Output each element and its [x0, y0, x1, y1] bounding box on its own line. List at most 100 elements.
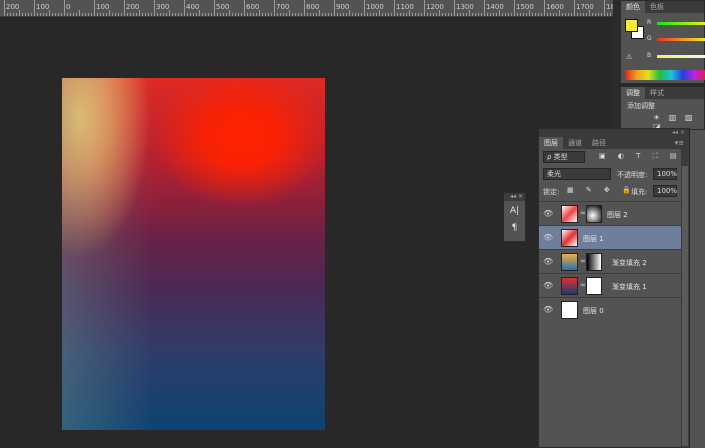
layer-name[interactable]: 渐变填充 1 [612, 282, 647, 292]
layer-mask-thumbnail[interactable] [586, 205, 602, 223]
ruler-minor-tick [535, 13, 536, 16]
b-slider[interactable]: B [647, 52, 705, 60]
eye-icon[interactable]: 👁 [543, 281, 553, 290]
tab-color[interactable]: 颜色 [621, 1, 645, 13]
ruler-minor-tick [139, 10, 140, 16]
ruler-minor-tick [199, 10, 200, 16]
ruler-major-tick [244, 0, 245, 16]
ruler-major-tick [574, 0, 575, 16]
gradient-fill-thumbnail [561, 253, 578, 271]
ruler-minor-tick [472, 13, 473, 16]
mini-panel-header[interactable]: ◂◂ × [504, 193, 525, 201]
blend-mode-select[interactable]: 柔光 [543, 168, 611, 180]
ruler-minor-tick [55, 13, 56, 16]
ruler-minor-tick [337, 13, 338, 16]
tab-channels[interactable]: 通道 [563, 137, 587, 149]
ruler-label: 100 [36, 3, 50, 11]
ruler-label: 1100 [396, 3, 414, 11]
ruler-minor-tick [166, 13, 167, 16]
layer-row[interactable]: 👁 ∞ 渐变填充 1 [539, 273, 682, 297]
layer-mask-thumbnail[interactable] [586, 277, 602, 295]
ruler-major-tick [4, 0, 5, 16]
ruler-minor-tick [556, 13, 557, 16]
tab-layers[interactable]: 图层 [539, 137, 563, 149]
color-spectrum[interactable] [625, 70, 705, 80]
tab-paths[interactable]: 路径 [587, 137, 611, 149]
layer-thumbnail [561, 205, 578, 223]
ruler-major-tick [424, 0, 425, 16]
layer-name[interactable]: 图层 2 [607, 210, 628, 220]
r-slider[interactable]: R [647, 19, 705, 27]
ruler-minor-tick [187, 13, 188, 16]
ruler-minor-tick [25, 13, 26, 16]
ruler-minor-tick [97, 13, 98, 16]
ruler-minor-tick [376, 13, 377, 16]
layer-name[interactable]: 图层 0 [583, 306, 604, 316]
ruler-major-tick [214, 0, 215, 16]
eye-icon[interactable]: 👁 [543, 209, 553, 218]
right-panel-strip [690, 130, 705, 448]
ruler-minor-tick [607, 13, 608, 16]
ruler-minor-tick [439, 10, 440, 16]
layer-row[interactable]: 👁 ∞ 渐变填充 2 [539, 249, 682, 273]
ruler-label: 0 [66, 3, 71, 11]
layer-row[interactable]: 👁 ∞ 图层 2 [539, 201, 682, 225]
ruler-minor-tick [121, 13, 122, 16]
ruler-label: 1600 [546, 3, 564, 11]
layer-filter-select[interactable]: ρ 类型 [543, 151, 585, 163]
ruler-label: 200 [126, 3, 140, 11]
layer-name[interactable]: 图层 1 [583, 234, 604, 244]
tab-swatches[interactable]: 色板 [645, 1, 669, 13]
opacity-input[interactable]: 100% [653, 168, 677, 180]
ruler-minor-tick [109, 10, 110, 16]
tab-adjustments[interactable]: 调整 [621, 87, 645, 99]
scrollbar-thumb[interactable] [682, 166, 688, 446]
eye-icon[interactable]: 👁 [543, 305, 553, 314]
ruler-minor-tick [313, 13, 314, 16]
ruler-minor-tick [331, 13, 332, 16]
layer-row-selected[interactable]: 👁 图层 1 [539, 225, 682, 249]
tab-styles[interactable]: 样式 [645, 87, 669, 99]
ruler-label: 1500 [516, 3, 534, 11]
character-panel-icon[interactable]: A| [507, 204, 522, 218]
layers-scrollbar[interactable] [681, 148, 689, 448]
ruler-minor-tick [106, 13, 107, 16]
foreground-color-swatch[interactable] [625, 19, 638, 32]
ruler-minor-tick [115, 13, 116, 16]
ruler-minor-tick [37, 13, 38, 16]
ruler-minor-tick [268, 13, 269, 16]
layers-panel-topbar[interactable]: ◂◂ × [539, 129, 689, 137]
ruler-minor-tick [190, 13, 191, 16]
ruler-minor-tick [487, 13, 488, 16]
layer-thumbnail [561, 301, 578, 319]
ruler-label: 200 [6, 3, 20, 11]
ruler-label: 800 [306, 3, 320, 11]
ruler-minor-tick [421, 13, 422, 16]
layer-mask-thumbnail[interactable] [586, 253, 602, 271]
ruler-minor-tick [283, 13, 284, 16]
ruler-minor-tick [298, 13, 299, 16]
ruler-minor-tick [379, 10, 380, 16]
ruler-minor-tick [28, 13, 29, 16]
ruler-minor-tick [241, 13, 242, 16]
fg-bg-swatch[interactable] [625, 19, 645, 39]
ruler-minor-tick [169, 10, 170, 16]
fill-input[interactable]: 100% [653, 185, 677, 197]
ruler-minor-tick [31, 13, 32, 16]
eye-icon[interactable]: 👁 [543, 233, 553, 242]
g-slider[interactable]: G [647, 35, 705, 43]
filter-icons[interactable]: ▣ ◐ T ⛶ ▤ [599, 152, 681, 161]
document-canvas[interactable] [62, 78, 325, 430]
ruler-major-tick [484, 0, 485, 16]
ruler-major-tick [64, 0, 65, 16]
ruler-major-tick [304, 0, 305, 16]
gamut-warning-icon[interactable]: ⚠ [626, 53, 632, 61]
ruler-minor-tick [457, 13, 458, 16]
ruler-major-tick [514, 0, 515, 16]
layer-row[interactable]: 👁 图层 0 [539, 297, 682, 321]
ruler-minor-tick [202, 13, 203, 16]
lock-icons[interactable]: ▦ ✎ ✥ 🔒 [567, 186, 636, 194]
eye-icon[interactable]: 👁 [543, 257, 553, 266]
paragraph-panel-icon[interactable]: ¶ [507, 221, 522, 235]
layer-name[interactable]: 渐变填充 2 [612, 258, 647, 268]
